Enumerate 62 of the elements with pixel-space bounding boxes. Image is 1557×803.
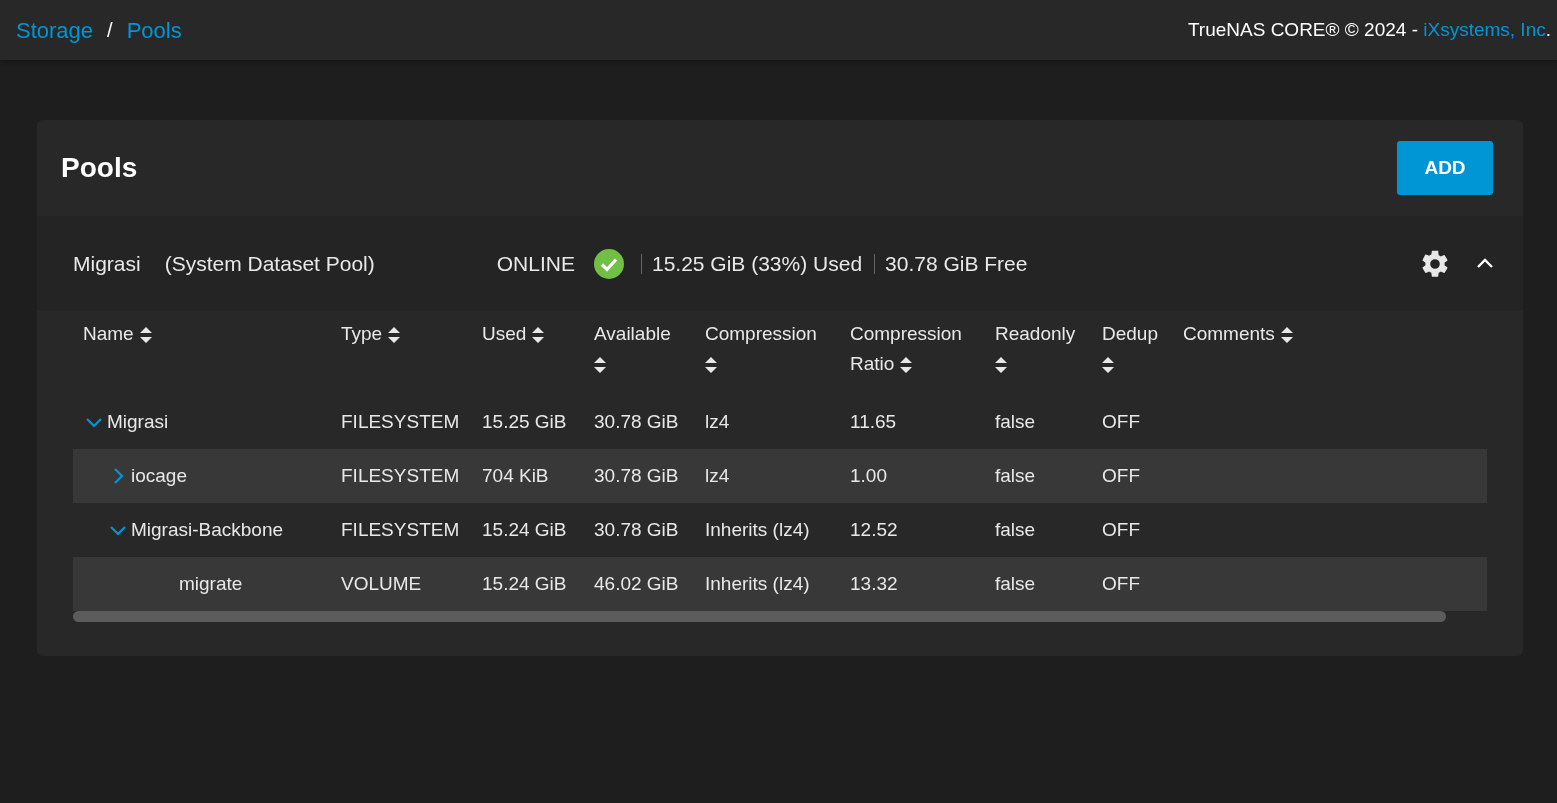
table-cell: 15.25 GiB	[472, 395, 584, 449]
table-cell: OFF	[1092, 557, 1173, 611]
column-header[interactable]: Name	[73, 311, 331, 395]
table-cell: false	[985, 503, 1092, 557]
copyright-text: TrueNAS CORE® © 2024 - iXsystems, Inc.	[1187, 17, 1551, 42]
table-cell: FILESYSTEM	[331, 395, 472, 449]
pool-status: ONLINE	[496, 250, 575, 277]
breadcrumb-separator: /	[107, 18, 113, 43]
sort-icon	[532, 327, 545, 343]
table-cell: 15.24 GiB	[472, 557, 584, 611]
column-header[interactable]: Readonly	[985, 311, 1092, 395]
horizontal-scrollbar[interactable]	[73, 611, 1446, 622]
table-cell: 15.24 GiB	[472, 503, 584, 557]
dataset-name: migrate	[179, 571, 243, 596]
table-cell: FILESYSTEM	[331, 449, 472, 503]
sort-icon	[995, 357, 1007, 373]
sort-icon	[594, 357, 606, 373]
column-header[interactable]: Comments	[1173, 311, 1487, 395]
table-cell: 1.00	[840, 449, 985, 503]
table-cell: OFF	[1092, 449, 1173, 503]
column-header[interactable]: Type	[331, 311, 472, 395]
card-title: Pools	[61, 151, 138, 185]
table-cell: false	[985, 557, 1092, 611]
table-cell: OFF	[1092, 503, 1173, 557]
breadcrumb-link[interactable]: Pools	[126, 13, 182, 47]
dataset-name: Migrasi-Backbone	[131, 517, 284, 542]
table-cell: false	[985, 395, 1092, 449]
pool-free: 30.78 GiB Free	[885, 250, 1028, 277]
column-header[interactable]: Used	[472, 311, 584, 395]
pool-used: 15.25 GiB (33%) Used	[651, 250, 863, 277]
breadcrumb-link[interactable]: Storage	[16, 13, 94, 47]
column-header[interactable]: Available	[584, 311, 695, 395]
table-cell: OFF	[1092, 395, 1173, 449]
sort-icon	[705, 357, 717, 373]
dataset-name: iocage	[131, 463, 187, 488]
table-cell: lz4	[695, 395, 840, 449]
table-cell: 46.02 GiB	[584, 557, 695, 611]
table-cell: 13.32	[840, 557, 985, 611]
pool-subtitle: (System Dataset Pool)	[164, 250, 375, 277]
company-link[interactable]: iXsystems, Inc	[1423, 18, 1546, 40]
column-header[interactable]: Dedup	[1092, 311, 1173, 395]
table-cell: Inherits (lz4)	[695, 557, 840, 611]
dataset-name: Migrasi	[107, 409, 169, 434]
pool-name: Migrasi	[73, 250, 141, 277]
sort-icon	[139, 327, 152, 343]
table-cell: 704 KiB	[472, 449, 584, 503]
table-cell: 30.78 GiB	[584, 395, 695, 449]
column-header[interactable]: Compression Ratio	[840, 311, 985, 395]
sort-icon	[1280, 327, 1293, 343]
sort-icon	[1102, 357, 1114, 373]
table-cell: 30.78 GiB	[584, 449, 695, 503]
table-cell: 30.78 GiB	[584, 503, 695, 557]
sort-icon	[900, 357, 913, 373]
table-cell: 11.65	[840, 395, 985, 449]
table-cell: VOLUME	[331, 557, 472, 611]
table-cell: FILESYSTEM	[331, 503, 472, 557]
table-cell: lz4	[695, 449, 840, 503]
table-cell: 12.52	[840, 503, 985, 557]
table-cell: false	[985, 449, 1092, 503]
table-cell: Inherits (lz4)	[695, 503, 840, 557]
column-header[interactable]: Compression	[695, 311, 840, 395]
sort-icon	[388, 327, 401, 343]
